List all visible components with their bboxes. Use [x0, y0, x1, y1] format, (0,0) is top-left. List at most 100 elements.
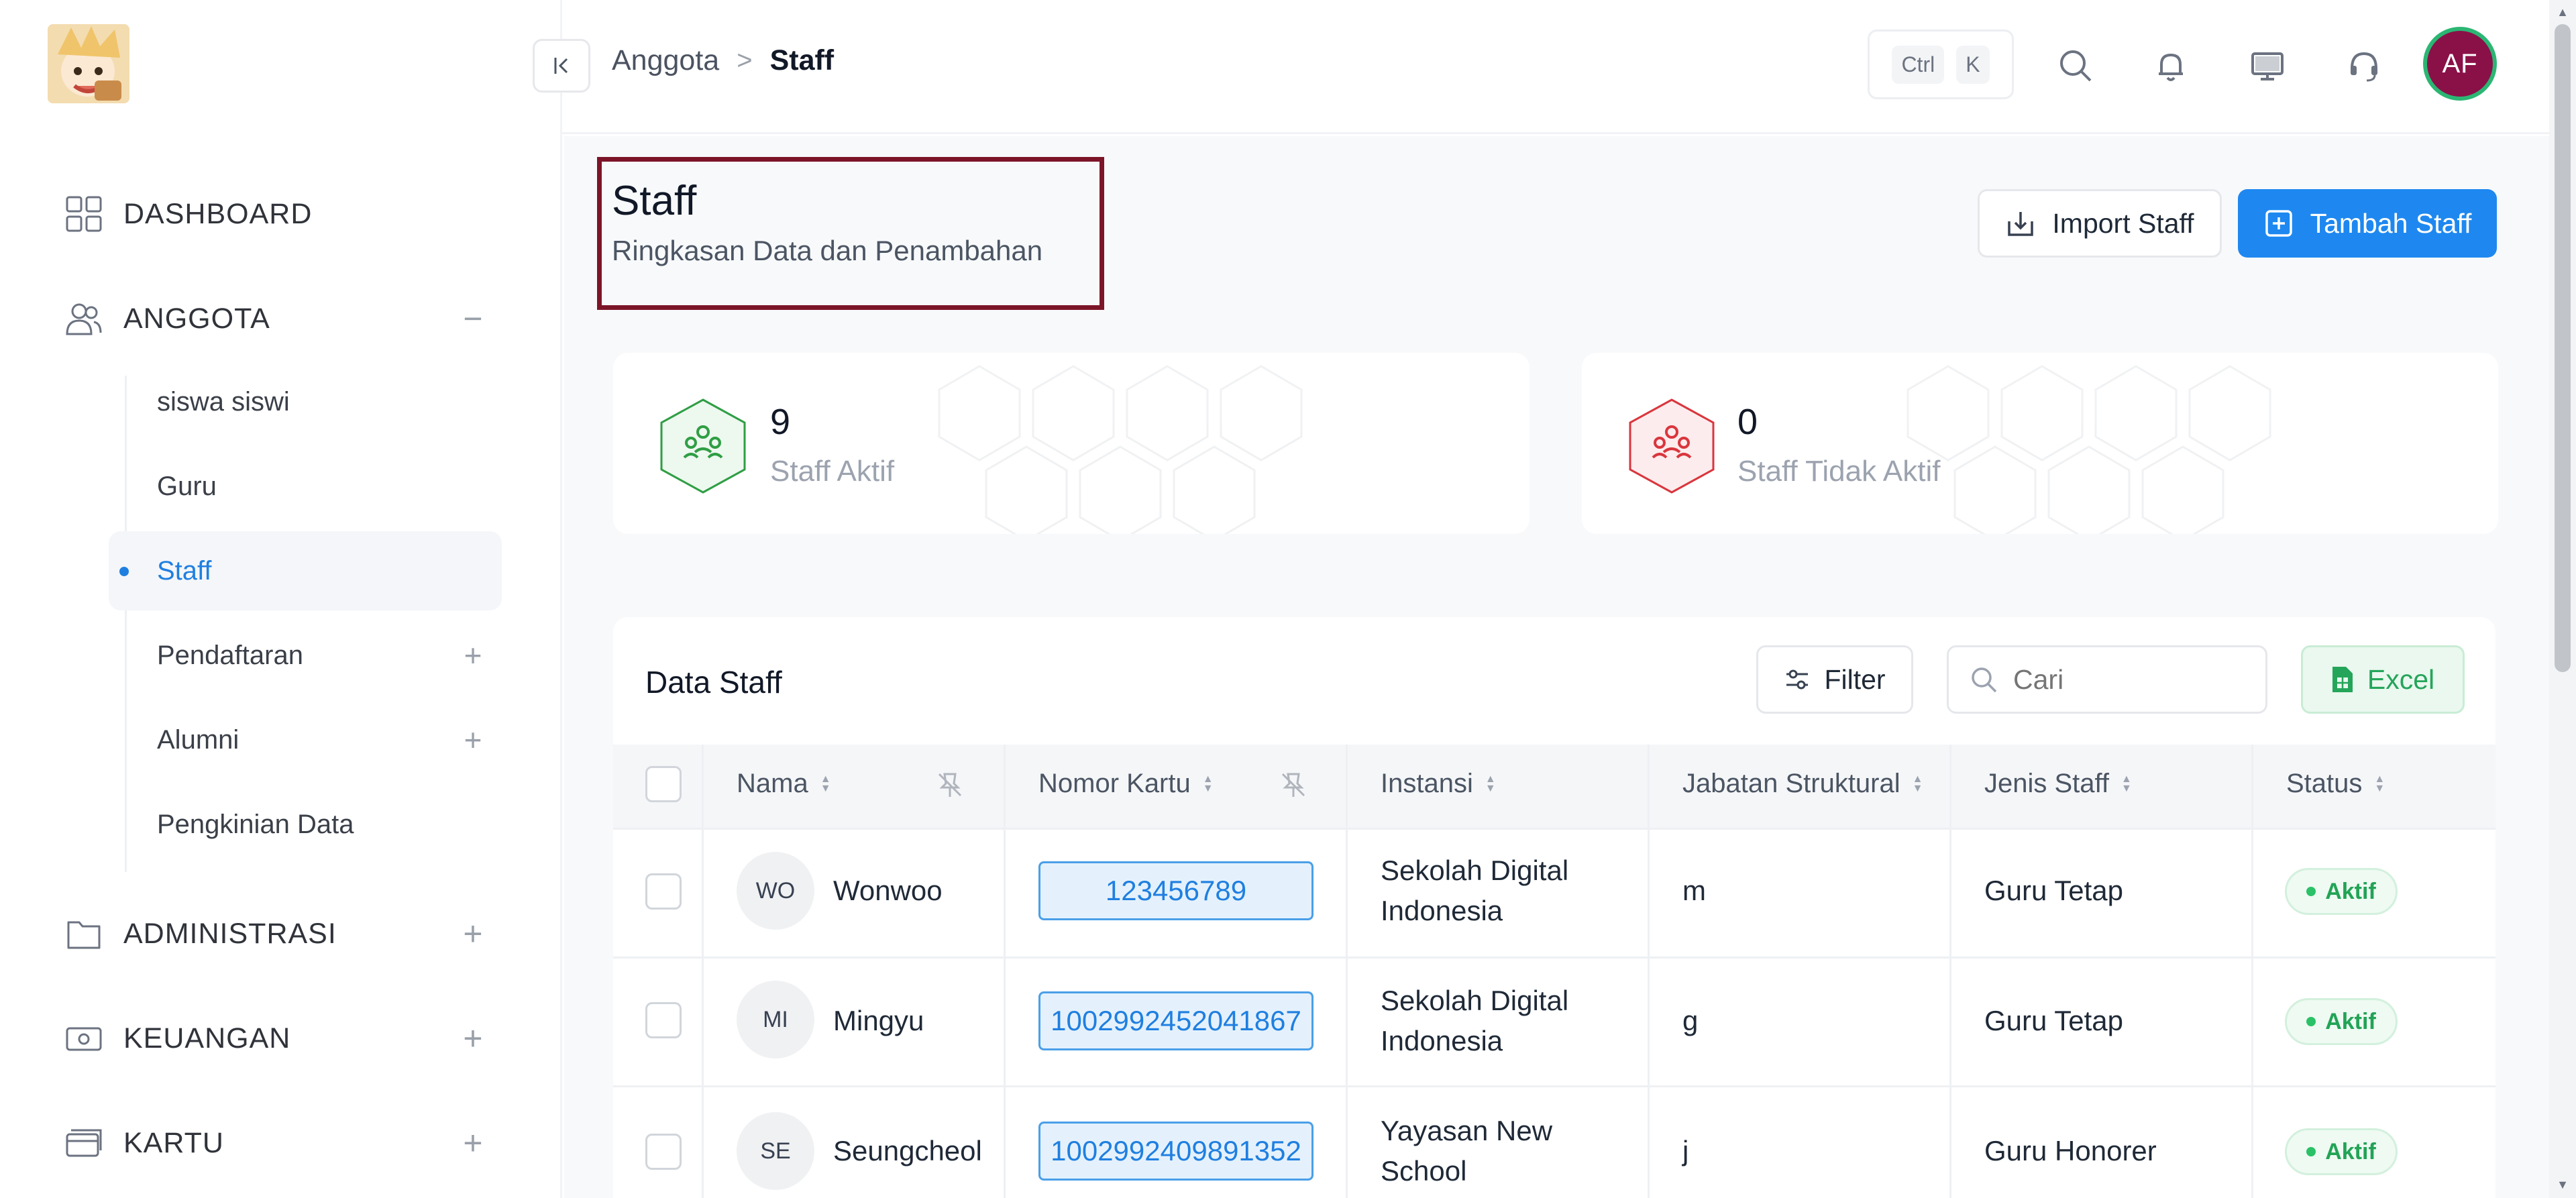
- cell-nama: Mingyu: [833, 1005, 924, 1036]
- nav-administrasi[interactable]: ADMINISTRASI: [64, 914, 337, 954]
- sort-icon[interactable]: ▲ ▼: [1485, 773, 1496, 794]
- column-header-status[interactable]: Status ▲ ▼: [2286, 769, 2385, 799]
- plus-square-icon: [2265, 210, 2292, 237]
- headset-icon[interactable]: [2343, 44, 2385, 87]
- collapse-anggota-toggle[interactable]: −: [456, 302, 490, 335]
- hex-pattern: [1907, 365, 2271, 534]
- kbd-k: K: [1956, 45, 1990, 84]
- column-header-instansi[interactable]: Instansi ▲ ▼: [1381, 769, 1496, 799]
- nav-anggota[interactable]: ANGGOTA: [64, 298, 270, 339]
- team-inactive-icon: [1629, 398, 1715, 494]
- column-label: Status: [2286, 769, 2363, 798]
- nav-dashboard[interactable]: DASHBOARD: [64, 194, 312, 234]
- grid-icon: [66, 196, 102, 232]
- search-icon[interactable]: [2054, 44, 2097, 87]
- breadcrumb-anggota[interactable]: Anggota: [612, 44, 719, 77]
- sort-icon[interactable]: ▲ ▼: [1913, 773, 1923, 794]
- scrollbar-thumb[interactable]: [2555, 24, 2571, 672]
- folder-icon: [67, 921, 101, 949]
- search-input[interactable]: [2013, 663, 2255, 696]
- column-divider: [1949, 745, 1951, 1198]
- users-icon: [66, 303, 102, 335]
- sort-icon[interactable]: ▲ ▼: [2121, 773, 2132, 794]
- status-dot: [2306, 1017, 2316, 1026]
- expand-icon[interactable]: +: [456, 722, 490, 757]
- nav-label: ADMINISTRASI: [123, 917, 337, 950]
- cell-nomor-kartu[interactable]: 1002992409891352: [1038, 1122, 1313, 1181]
- export-excel-button[interactable]: Excel: [2301, 645, 2465, 714]
- sidebar-item-alumni[interactable]: Alumni +: [109, 700, 502, 779]
- table-header: [613, 745, 2496, 828]
- row-divider: [613, 828, 2496, 830]
- stat-active-label: Staff Aktif: [770, 455, 895, 488]
- card-icon: [66, 1129, 102, 1157]
- sidebar-item-label: Pengkinian Data: [157, 809, 354, 839]
- filter-button[interactable]: Filter: [1756, 645, 1913, 714]
- row-checkbox[interactable]: [645, 1134, 682, 1170]
- cell-instansi-line2: Indonesia: [1381, 895, 1503, 926]
- add-staff-button[interactable]: Tambah Staff: [2238, 189, 2497, 258]
- sidebar-item-guru[interactable]: Guru: [109, 447, 502, 526]
- status-badge: Aktif: [2285, 998, 2398, 1045]
- column-header-nomor-kartu[interactable]: Nomor Kartu ▲ ▼: [1038, 769, 1214, 799]
- sidebar-item-label: Guru: [157, 471, 217, 501]
- unpin-icon[interactable]: [935, 770, 965, 800]
- monitor-icon[interactable]: [2246, 44, 2289, 87]
- row-checkbox[interactable]: [645, 873, 682, 910]
- cell-instansi-line1: Sekolah Digital: [1381, 855, 1569, 886]
- unpin-icon[interactable]: [1279, 770, 1308, 800]
- sort-icon[interactable]: ▲ ▼: [2374, 773, 2385, 794]
- nav-label: KARTU: [123, 1126, 224, 1159]
- stat-active-value: 9: [770, 402, 791, 442]
- column-divider: [702, 745, 704, 1198]
- select-all-checkbox[interactable]: [645, 766, 682, 802]
- avatar: WO: [737, 852, 814, 930]
- table-search[interactable]: [1947, 645, 2267, 714]
- nav-kartu[interactable]: KARTU: [64, 1123, 224, 1163]
- nav-keuangan[interactable]: KEUANGAN: [64, 1018, 290, 1058]
- collapse-sidebar-button[interactable]: [533, 39, 590, 93]
- sort-icon[interactable]: ▲ ▼: [820, 773, 831, 794]
- add-staff-label: Tambah Staff: [2310, 207, 2472, 239]
- scroll-up-arrow[interactable]: ▲: [2553, 5, 2572, 19]
- sidebar-item-staff[interactable]: Staff: [109, 531, 502, 610]
- status-label: Aktif: [2325, 1008, 2376, 1034]
- cell-nomor-kartu[interactable]: 123456789: [1038, 861, 1313, 920]
- sort-icon[interactable]: ▲ ▼: [1203, 773, 1214, 794]
- cell-jenis: Guru Tetap: [1984, 875, 2124, 906]
- column-divider: [1346, 745, 1348, 1198]
- column-divider: [2251, 745, 2253, 1198]
- column-label: Nama: [737, 769, 808, 798]
- status-label: Aktif: [2325, 878, 2376, 904]
- cell-nomor-kartu[interactable]: 1002992452041867: [1038, 991, 1313, 1050]
- expand-keuangan-toggle[interactable]: +: [456, 1022, 490, 1055]
- sidebar-item-pendaftaran[interactable]: Pendaftaran +: [109, 616, 502, 695]
- cell-nama: Wonwoo: [833, 875, 943, 906]
- import-staff-button[interactable]: Import Staff: [1978, 189, 2222, 258]
- excel-file-icon: [2332, 667, 2353, 692]
- bell-icon[interactable]: [2149, 44, 2192, 87]
- sidebar-item-label: Alumni: [157, 724, 239, 755]
- nav-label: ANGGOTA: [123, 302, 270, 335]
- avatar[interactable]: AF: [2423, 27, 2497, 101]
- cell-instansi-line1: Sekolah Digital: [1381, 985, 1569, 1016]
- expand-administrasi-toggle[interactable]: +: [456, 917, 490, 950]
- expand-icon[interactable]: +: [456, 638, 490, 673]
- cell-jabatan: m: [1682, 875, 1706, 906]
- expand-kartu-toggle[interactable]: +: [456, 1126, 490, 1160]
- app-logo[interactable]: [48, 24, 129, 103]
- collapse-left-icon: [554, 58, 568, 74]
- column-divider: [1004, 745, 1006, 1198]
- row-checkbox[interactable]: [645, 1002, 682, 1038]
- column-header-nama[interactable]: Nama ▲ ▼: [737, 769, 831, 799]
- cell-jenis: Guru Honorer: [1984, 1135, 2157, 1166]
- status-badge: Aktif: [2285, 1128, 2398, 1175]
- status-dot: [2306, 1147, 2316, 1156]
- column-header-jenis[interactable]: Jenis Staff ▲ ▼: [1984, 769, 2132, 799]
- sidebar-item-siswa[interactable]: siswa siswi: [109, 362, 502, 441]
- sidebar-item-pengkinian[interactable]: Pengkinian Data: [109, 785, 502, 864]
- column-header-jabatan[interactable]: Jabatan Struktural ▲ ▼: [1682, 769, 1923, 799]
- command-palette-shortcut[interactable]: Ctrl K: [1868, 30, 2014, 99]
- sidebar-item-label: siswa siswi: [157, 386, 290, 417]
- scroll-down-arrow[interactable]: ▼: [2553, 1178, 2572, 1191]
